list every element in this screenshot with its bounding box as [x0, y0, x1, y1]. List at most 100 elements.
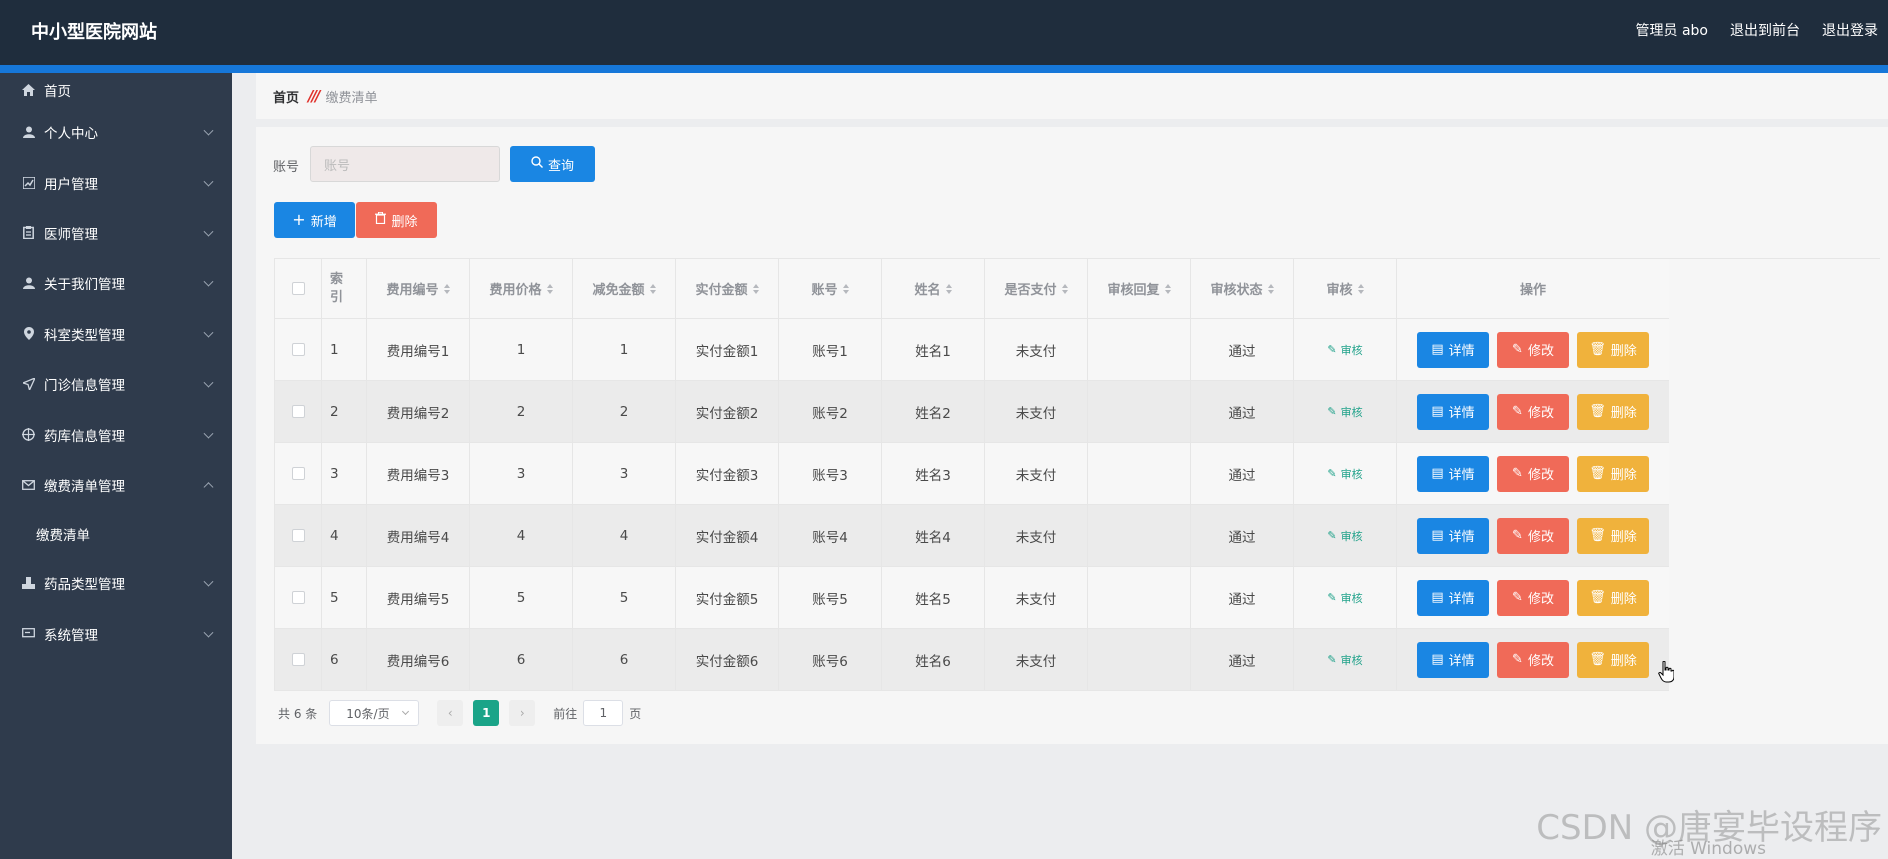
- header-select-all: [275, 259, 322, 319]
- cell-paid-amount: 实付金额3: [676, 443, 779, 505]
- detail-button[interactable]: ▤ 详情: [1417, 455, 1489, 492]
- cell-paid-amount: 实付金额1: [676, 319, 779, 381]
- edit-pen-icon: ✎: [1327, 467, 1337, 480]
- cell-paid-amount: 实付金额6: [676, 629, 779, 691]
- cell-paid-amount: 实付金额5: [676, 567, 779, 629]
- delete-button[interactable]: 🗑 删除: [1577, 641, 1649, 678]
- delete-button[interactable]: 🗑 删除: [1577, 393, 1649, 430]
- sidebar-item-department-type[interactable]: 科室类型管理: [0, 309, 232, 359]
- detail-button[interactable]: ▤ 详情: [1417, 641, 1489, 678]
- header-label: 索引: [330, 271, 344, 305]
- cell-audit-status: 通过: [1191, 629, 1294, 691]
- sidebar-item-pharmacy-info[interactable]: 药库信息管理: [0, 409, 232, 459]
- sidebar-subitem-billing-list[interactable]: 缴费清单: [0, 510, 232, 558]
- page-number-current[interactable]: 1: [473, 700, 500, 726]
- delete-label: 删除: [1610, 468, 1637, 483]
- header-fee-code[interactable]: 费用编号: [367, 259, 470, 319]
- sidebar-item-billing-mgmt[interactable]: 缴费清单管理: [0, 460, 232, 510]
- account-search-input[interactable]: 账号: [310, 146, 500, 182]
- detail-button[interactable]: ▤ 详情: [1417, 579, 1489, 616]
- delete-button[interactable]: 🗑 删除: [1577, 517, 1649, 554]
- row-checkbox[interactable]: [291, 467, 305, 480]
- logout-link[interactable]: 退出登录: [1822, 20, 1878, 40]
- edit-button[interactable]: ✎ 修改: [1497, 455, 1569, 492]
- mail-icon: [21, 477, 36, 492]
- header-label: 账号: [811, 283, 838, 298]
- breadcrumb-home[interactable]: 首页: [273, 87, 299, 106]
- detail-button[interactable]: ▤ 详情: [1417, 517, 1489, 554]
- audit-link[interactable]: ✎ 审核: [1327, 528, 1362, 544]
- edit-button[interactable]: ✎ 修改: [1497, 393, 1569, 430]
- header-paid-amount[interactable]: 实付金额: [676, 259, 779, 319]
- sidebar-item-system-mgmt[interactable]: 系统管理: [0, 609, 232, 659]
- next-page-button[interactable]: ›: [509, 700, 536, 726]
- sidebar-item-drug-type[interactable]: 药品类型管理: [0, 558, 232, 608]
- chevron-down-icon: [203, 377, 214, 388]
- edit-button[interactable]: ✎ 修改: [1497, 517, 1569, 554]
- audit-link[interactable]: ✎ 审核: [1327, 652, 1362, 668]
- chevron-down-icon: [203, 277, 214, 287]
- cell-account: 账号1: [779, 319, 882, 381]
- prev-page-button[interactable]: ‹: [437, 700, 464, 726]
- row-checkbox[interactable]: [291, 343, 305, 356]
- delete-label: 删除: [1610, 344, 1637, 359]
- header-name[interactable]: 姓名: [882, 259, 985, 319]
- page-suffix: 页: [629, 706, 642, 721]
- edit-button[interactable]: ✎ 修改: [1497, 579, 1569, 616]
- sidebar-item-clinic-info[interactable]: 门诊信息管理: [0, 359, 232, 409]
- audit-link[interactable]: ✎ 审核: [1327, 404, 1362, 420]
- audit-link[interactable]: ✎ 审核: [1327, 466, 1362, 482]
- delete-label: 删除: [1610, 406, 1637, 421]
- delete-button[interactable]: 🗑 删除: [1577, 331, 1649, 368]
- page-size-select[interactable]: 10条/页: [329, 700, 420, 726]
- detail-button[interactable]: ▤ 详情: [1417, 393, 1489, 430]
- sidebar-item-about-mgmt[interactable]: 关于我们管理: [0, 258, 232, 308]
- detail-button[interactable]: ▤ 详情: [1417, 331, 1489, 368]
- sort-icon: [1267, 283, 1274, 294]
- to-front-link[interactable]: 退出到前台: [1730, 20, 1800, 40]
- audit-link[interactable]: ✎ 审核: [1327, 590, 1362, 606]
- goto-page-input[interactable]: 1: [583, 700, 624, 726]
- header-audit-status[interactable]: 审核状态: [1191, 259, 1294, 319]
- table-row: 1 费用编号1 1 1 实付金额1 账号1 姓名1 未支付 通过 ✎ 审核 ▤ 详情…: [275, 319, 1880, 381]
- row-checkbox[interactable]: [291, 405, 305, 418]
- cell-fee-price: 6: [470, 629, 573, 691]
- header-account[interactable]: 账号: [779, 259, 882, 319]
- cell-name: 姓名2: [882, 381, 985, 443]
- cell-name: 姓名5: [882, 567, 985, 629]
- delete-button[interactable]: 🗑 删除: [1577, 579, 1649, 616]
- audit-link[interactable]: ✎ 审核: [1327, 342, 1362, 358]
- cell-index: 6: [322, 629, 367, 691]
- header-is-paid[interactable]: 是否支付: [985, 259, 1088, 319]
- sidebar-item-doctor-mgmt[interactable]: 医师管理: [0, 208, 232, 258]
- edit-button[interactable]: ✎ 修改: [1497, 331, 1569, 368]
- row-checkbox[interactable]: [291, 591, 305, 604]
- header-fee-price[interactable]: 费用价格: [470, 259, 573, 319]
- page-size-value: 10条/页: [346, 706, 390, 721]
- batch-delete-button[interactable]: 删除: [356, 202, 437, 238]
- query-button[interactable]: 查询: [510, 146, 595, 182]
- header-discount[interactable]: 减免金额: [573, 259, 676, 319]
- row-checkbox[interactable]: [291, 653, 305, 666]
- edit-pen-icon: ✎: [1327, 405, 1337, 418]
- cell-is-paid: 未支付: [985, 629, 1088, 691]
- trash-icon: 🗑: [1589, 528, 1606, 543]
- row-select: [275, 319, 322, 381]
- row-checkbox[interactable]: [291, 529, 305, 542]
- cell-audit-reply: [1088, 505, 1191, 567]
- select-all-checkbox[interactable]: [291, 282, 305, 295]
- sort-icon: [945, 283, 952, 294]
- sidebar-item-home[interactable]: 首页: [0, 73, 232, 107]
- edit-button[interactable]: ✎ 修改: [1497, 641, 1569, 678]
- audit-link-label: 审核: [1340, 591, 1363, 605]
- audit-link-label: 审核: [1340, 405, 1363, 419]
- document-icon: ▤: [1431, 466, 1444, 481]
- header-audit[interactable]: 审核: [1294, 259, 1397, 319]
- sidebar-item-personal-center[interactable]: 个人中心: [0, 107, 232, 157]
- delete-button[interactable]: 🗑 删除: [1577, 455, 1649, 492]
- add-button[interactable]: + 新增: [274, 202, 355, 238]
- header-audit-reply[interactable]: 审核回复: [1088, 259, 1191, 319]
- sidebar-item-user-mgmt[interactable]: 用户管理: [0, 157, 232, 207]
- sort-icon: [1357, 283, 1364, 294]
- chevron-down-icon: [203, 576, 214, 587]
